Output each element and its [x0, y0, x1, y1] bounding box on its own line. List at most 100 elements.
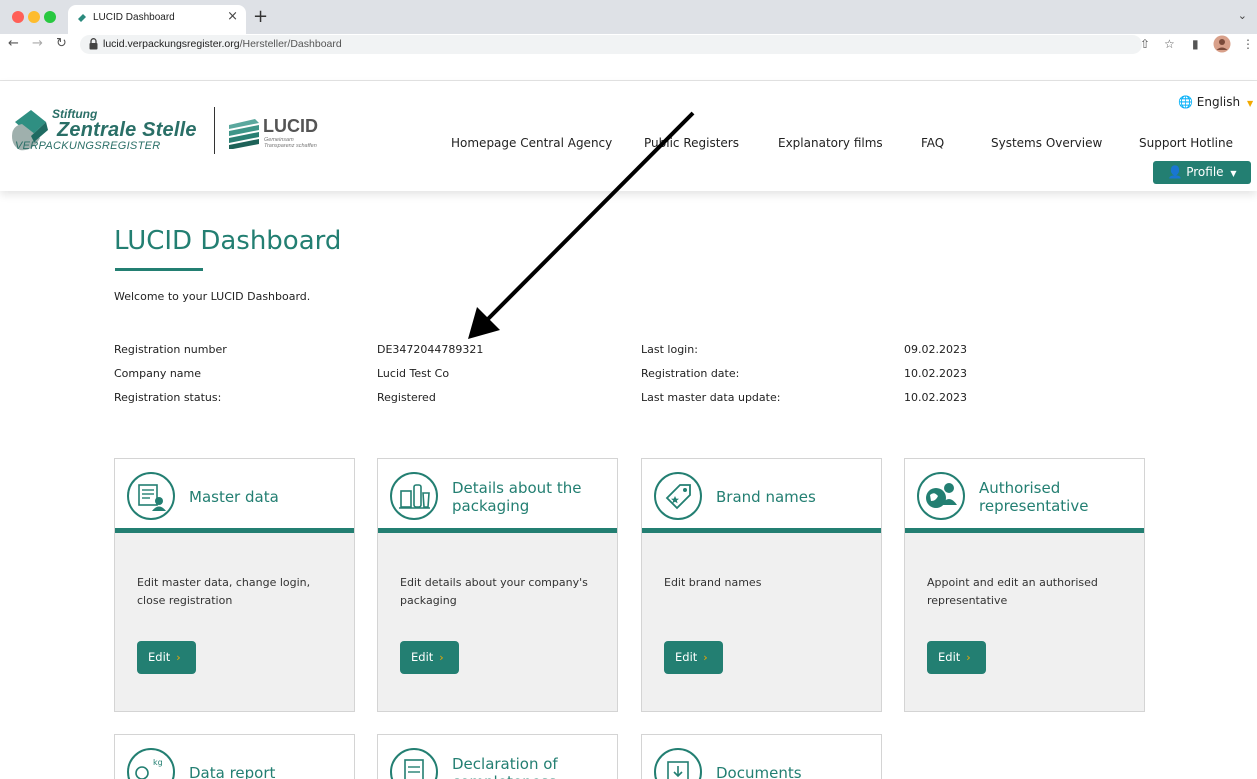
- card-brand-names: Brand names Edit brand names Edit ›: [641, 458, 882, 712]
- info-label-registration-number: Registration number: [114, 343, 227, 356]
- window-zoom-button[interactable]: [44, 11, 56, 23]
- card-title-line-1: Declaration of: [452, 755, 558, 773]
- nav-support-hotline[interactable]: Support Hotline: [1139, 136, 1233, 150]
- card-master-data: Master data Edit master data, change log…: [114, 458, 355, 712]
- language-label: English: [1196, 95, 1241, 109]
- card-header: Authorised representative: [905, 459, 1144, 533]
- language-selector[interactable]: 🌐 English ▼: [1178, 95, 1253, 109]
- info-label-registration-status: Registration status:: [114, 391, 222, 404]
- info-label-last-master-data-update: Last master data update:: [641, 391, 781, 404]
- lucid-favicon-icon: [78, 14, 86, 22]
- card-title: Master data: [189, 488, 279, 506]
- chevron-right-icon: ›: [966, 651, 971, 664]
- sidepanel-icon[interactable]: ▮: [1192, 37, 1199, 51]
- card-title-line-2: completeness: [452, 773, 556, 779]
- tab-close-icon[interactable]: ×: [227, 9, 238, 24]
- card-title-line-1: Details about the: [452, 479, 582, 497]
- title-underline: [115, 268, 203, 271]
- tab-search-chevron-icon[interactable]: ⌄: [1238, 9, 1247, 22]
- card-title: Documents: [716, 764, 802, 779]
- card-header: Brand names: [642, 459, 881, 533]
- chevron-right-icon: ›: [703, 651, 708, 664]
- card-header: Details about the packaging: [378, 459, 617, 533]
- site-header: Stiftung Zentrale Stelle VERPACKUNGSREGI…: [0, 81, 1257, 191]
- info-value-last-login: 09.02.2023: [904, 343, 967, 356]
- edit-label: Edit: [675, 650, 698, 664]
- info-label-registration-date: Registration date:: [641, 367, 740, 380]
- lucid-wordmark: LUCID: [263, 116, 318, 136]
- edit-brand-names-button[interactable]: Edit ›: [664, 641, 723, 674]
- card-description: Edit details about your company's packag…: [400, 576, 588, 607]
- nav-public-registers[interactable]: Public Registers: [644, 136, 739, 150]
- chevron-right-icon: ›: [439, 651, 444, 664]
- profile-button[interactable]: 👤 Profile ▼: [1153, 161, 1251, 184]
- nav-faq[interactable]: FAQ: [921, 136, 944, 150]
- card-declaration-of-completeness: Declaration of completeness: [377, 734, 618, 779]
- info-value-registration-status: Registered: [377, 391, 436, 404]
- new-tab-button[interactable]: +: [253, 6, 268, 27]
- nav-explanatory-films[interactable]: Explanatory films: [778, 136, 883, 150]
- globe-icon: 🌐: [1178, 95, 1193, 109]
- card-description: Edit brand names: [664, 576, 762, 589]
- edit-label: Edit: [938, 650, 961, 664]
- tab-title: LUCID Dashboard: [93, 12, 175, 23]
- nav-systems-overview[interactable]: Systems Overview: [991, 136, 1102, 150]
- url-path: /Hersteller/Dashboard: [239, 38, 342, 50]
- window-close-button[interactable]: [12, 11, 24, 23]
- window-minimize-button[interactable]: [28, 11, 40, 23]
- nav-homepage-central-agency[interactable]: Homepage Central Agency: [451, 136, 612, 150]
- user-icon: 👤: [1167, 165, 1183, 179]
- share-icon[interactable]: ⇧: [1140, 37, 1150, 51]
- browser-tab[interactable]: LUCID Dashboard ×: [68, 5, 246, 34]
- brand-tag-icon: [654, 472, 702, 520]
- card-description: Appoint and edit an authorised represent…: [927, 576, 1098, 607]
- card-data-report: kg Data report: [114, 734, 355, 779]
- lucid-logo-icon: [229, 119, 259, 149]
- url-text: lucid.verpackungsregister.org/Hersteller…: [103, 38, 342, 50]
- document-download-icon: [654, 748, 702, 779]
- browser-chrome: LUCID Dashboard × + ⌄ ← → ↻ lucid.verpac…: [0, 0, 1257, 81]
- card-documents: Documents: [641, 734, 882, 779]
- logo-register-text: VERPACKUNGSREGISTER: [15, 140, 161, 152]
- card-title: Brand names: [716, 488, 816, 506]
- edit-label: Edit: [411, 650, 434, 664]
- back-icon[interactable]: ←: [8, 36, 19, 51]
- svg-text:kg: kg: [153, 758, 163, 767]
- profile-avatar-icon[interactable]: [1213, 35, 1231, 53]
- caret-down-icon: ▼: [1230, 169, 1237, 178]
- card-title-line-2: packaging: [452, 497, 530, 515]
- card-title: Data report: [189, 764, 276, 779]
- card-title-line-1: Authorised: [979, 479, 1061, 497]
- caret-down-icon: ▼: [1246, 99, 1254, 108]
- info-value-registration-number: DE3472044789321: [377, 343, 484, 356]
- edit-packaging-button[interactable]: Edit ›: [400, 641, 459, 674]
- lucid-tagline: Gemeinsam Transparenz schaffen: [264, 137, 317, 149]
- logo-zentrale-text: Zentrale Stelle: [57, 119, 197, 141]
- card-title-line-2: representative: [979, 497, 1089, 515]
- edit-label: Edit: [148, 650, 171, 664]
- bookmark-star-icon[interactable]: ☆: [1164, 37, 1175, 51]
- info-value-company-name: Lucid Test Co: [377, 367, 450, 380]
- reload-icon[interactable]: ↻: [56, 36, 67, 51]
- forward-icon[interactable]: →: [32, 36, 43, 51]
- address-bar[interactable]: lucid.verpackungsregister.org/Hersteller…: [80, 35, 1142, 54]
- logo-divider: [214, 107, 215, 154]
- lucid-tagline-2: Transparenz schaffen: [264, 143, 317, 149]
- info-label-last-login: Last login:: [641, 343, 698, 356]
- info-value-last-master-data-update: 10.02.2023: [904, 391, 967, 404]
- browser-toolbar: ← → ↻ lucid.verpackungsregister.org/Hers…: [0, 34, 1257, 56]
- chevron-right-icon: ›: [176, 651, 181, 664]
- edit-authorised-representative-button[interactable]: Edit ›: [927, 641, 986, 674]
- card-header: Master data: [115, 459, 354, 533]
- card-description: Edit master data, change login, close re…: [137, 576, 311, 607]
- welcome-text: Welcome to your LUCID Dashboard.: [114, 290, 311, 303]
- scale-kg-icon: kg: [127, 748, 175, 779]
- browser-menu-icon[interactable]: ⋮: [1242, 37, 1254, 51]
- profile-label: Profile: [1186, 165, 1224, 179]
- info-label-company-name: Company name: [114, 367, 202, 380]
- edit-master-data-button[interactable]: Edit ›: [137, 641, 196, 674]
- url-host: lucid.verpackungsregister.org: [103, 38, 240, 50]
- master-data-icon: [127, 472, 175, 520]
- packaging-icon: [390, 472, 438, 520]
- tab-strip: LUCID Dashboard × + ⌄: [0, 0, 1257, 34]
